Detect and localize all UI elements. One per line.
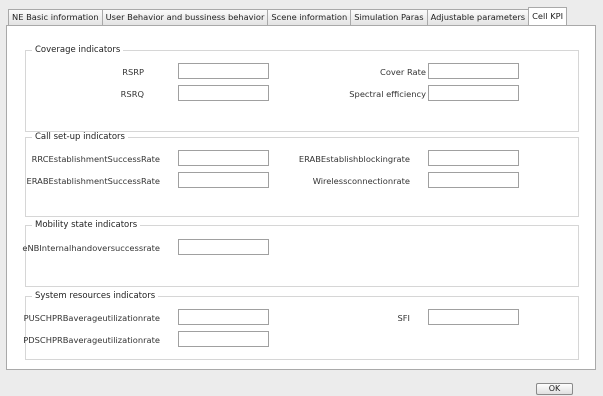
spectral-efficiency-label: Spectral efficiency [349,89,426,99]
erab-establishment-success-rate-label: ERABEstablishmentSuccessRate [26,176,160,186]
tab-adjustable-parameters[interactable]: Adjustable parameters [426,9,530,25]
rsrq-input[interactable] [178,85,269,101]
pusch-prb-utilization-rate-label: PUSCHPRBaverageutilizationrate [23,313,160,323]
cover-rate-label: Cover Rate [380,67,426,77]
rrc-establishment-success-rate-label: RRCEstablishmentSuccessRate [31,154,160,164]
erab-establishment-success-rate-input[interactable] [178,172,269,188]
enb-internal-handover-success-rate-label: eNBInternalhandoversuccessrate [22,243,160,253]
pdsch-prb-utilization-rate-label: PDSCHPRBaverageutilizationrate [23,335,160,345]
enb-internal-handover-success-rate-input[interactable] [178,239,269,255]
sfi-input[interactable] [428,309,519,325]
wireless-connection-rate-input[interactable] [428,172,519,188]
wireless-connection-rate-label: Wirelessconnectionrate [312,176,410,186]
call-setup-indicators-group: Call set-up indicators RRCEstablishmentS… [25,132,579,217]
tab-user-behavior[interactable]: User Behavior and bussiness behavior [101,9,269,25]
system-resources-indicators-title: System resources indicators [32,291,159,301]
tab-cell-kpi[interactable]: Cell KPI [528,7,568,25]
tab-bar: NE Basic information User Behavior and b… [8,7,568,25]
rsrp-label: RSRP [122,67,144,77]
cell-kpi-panel: Coverage indicators RSRP Cover Rate RSRQ… [6,25,596,370]
coverage-indicators-group: Coverage indicators RSRP Cover Rate RSRQ… [25,45,579,132]
tab-ne-basic-information[interactable]: NE Basic information [8,9,103,25]
mobility-state-indicators-group: Mobility state indicators eNBInternalhan… [22,220,579,287]
coverage-indicators-title: Coverage indicators [32,45,124,55]
sfi-label: SFI [397,313,411,323]
mobility-state-indicators-title: Mobility state indicators [32,220,141,230]
erab-establish-blocking-rate-label: ERABEstablishblockingrate [298,154,410,164]
tab-simulation-paras[interactable]: Simulation Paras [350,9,428,25]
cover-rate-input[interactable] [428,63,519,79]
erab-establish-blocking-rate-input[interactable] [428,150,519,166]
rsrp-input[interactable] [178,63,269,79]
rrc-establishment-success-rate-input[interactable] [178,150,269,166]
rsrq-label: RSRQ [120,89,144,99]
spectral-efficiency-input[interactable] [428,85,519,101]
pdsch-prb-utilization-rate-input[interactable] [178,331,269,347]
system-resources-indicators-group: System resources indicators PUSCHPRBaver… [23,291,579,360]
pusch-prb-utilization-rate-input[interactable] [178,309,269,325]
call-setup-indicators-title: Call set-up indicators [32,132,128,142]
tab-scene-information[interactable]: Scene information [267,9,352,25]
ok-button[interactable]: OK [536,383,573,395]
